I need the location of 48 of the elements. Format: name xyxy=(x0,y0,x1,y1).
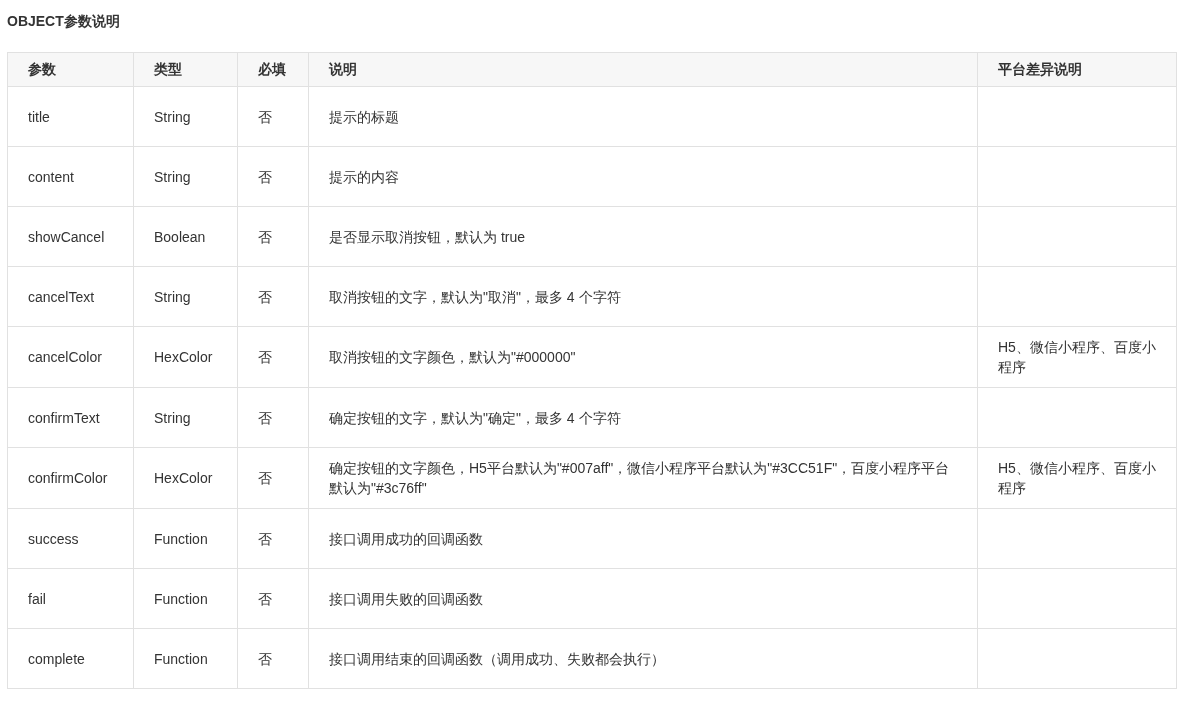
column-header: 说明 xyxy=(308,52,978,87)
parameter-cell: title xyxy=(7,86,134,147)
required-cell: 否 xyxy=(237,326,309,388)
type-cell: String xyxy=(133,266,238,327)
type-cell: Boolean xyxy=(133,206,238,267)
column-header: 参数 xyxy=(7,52,134,87)
description-cell: 接口调用成功的回调函数 xyxy=(308,508,978,569)
description-cell: 取消按钮的文字颜色，默认为"#000000" xyxy=(308,326,978,388)
column-header: 平台差异说明 xyxy=(977,52,1177,87)
type-cell: Function xyxy=(133,568,238,629)
parameter-cell: confirmText xyxy=(7,387,134,448)
platform-cell: H5、微信小程序、百度小程序 xyxy=(977,326,1177,388)
required-cell: 否 xyxy=(237,387,309,448)
parameter-cell: content xyxy=(7,146,134,207)
required-cell: 否 xyxy=(237,266,309,327)
parameter-cell: complete xyxy=(7,628,134,689)
required-cell: 否 xyxy=(237,628,309,689)
column-header: 类型 xyxy=(133,52,238,87)
type-cell: Function xyxy=(133,508,238,569)
description-cell: 确定按钮的文字，默认为"确定"，最多 4 个字符 xyxy=(308,387,978,448)
required-cell: 否 xyxy=(237,86,309,147)
description-cell: 取消按钮的文字，默认为"取消"，最多 4 个字符 xyxy=(308,266,978,327)
required-cell: 否 xyxy=(237,146,309,207)
required-cell: 否 xyxy=(237,447,309,509)
required-cell: 否 xyxy=(237,206,309,267)
required-cell: 否 xyxy=(237,508,309,569)
type-cell: HexColor xyxy=(133,326,238,388)
type-cell: String xyxy=(133,86,238,147)
parameter-cell: cancelText xyxy=(7,266,134,327)
column-header: 必填 xyxy=(237,52,309,87)
type-cell: Function xyxy=(133,628,238,689)
parameter-cell: fail xyxy=(7,568,134,629)
section-title: OBJECT参数说明 xyxy=(7,12,121,31)
description-cell: 提示的标题 xyxy=(308,86,978,147)
parameter-cell: cancelColor xyxy=(7,326,134,388)
parameter-cell: showCancel xyxy=(7,206,134,267)
description-cell: 接口调用结束的回调函数（调用成功、失败都会执行） xyxy=(308,628,978,689)
description-cell: 提示的内容 xyxy=(308,146,978,207)
description-cell: 是否显示取消按钮，默认为 true xyxy=(308,206,978,267)
parameter-cell: confirmColor xyxy=(7,447,134,509)
description-cell: 确定按钮的文字颜色，H5平台默认为"#007aff"，微信小程序平台默认为"#3CC51F"，百度小程序平台默认为"#3c76ff" xyxy=(308,447,978,509)
required-cell: 否 xyxy=(237,568,309,629)
parameter-cell: success xyxy=(7,508,134,569)
type-cell: String xyxy=(133,387,238,448)
platform-cell: H5、微信小程序、百度小程序 xyxy=(977,447,1177,509)
type-cell: HexColor xyxy=(133,447,238,509)
description-cell: 接口调用失败的回调函数 xyxy=(308,568,978,629)
type-cell: String xyxy=(133,146,238,207)
